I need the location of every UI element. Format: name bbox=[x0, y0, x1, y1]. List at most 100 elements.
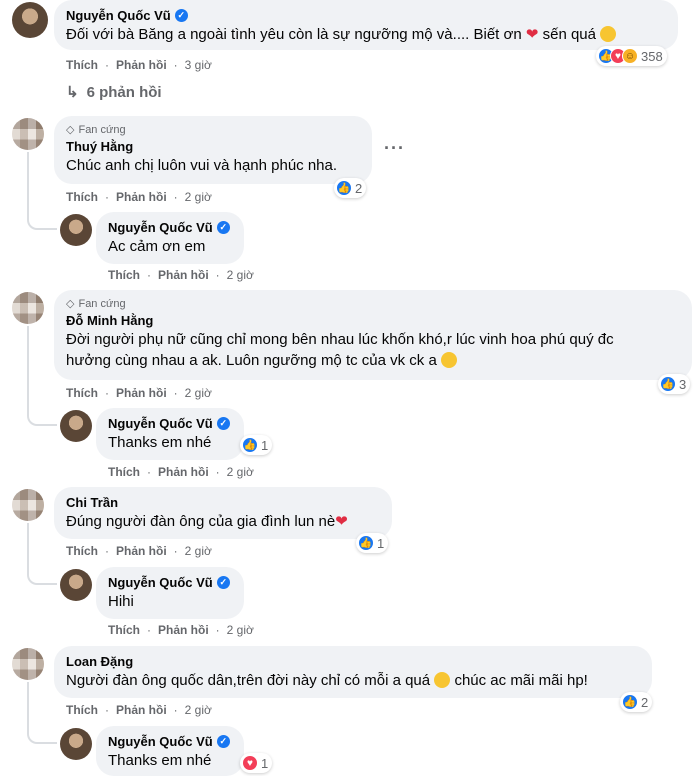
comment-actions: Thích · Phản hồi · 2 giờ bbox=[66, 703, 212, 717]
thread-connector bbox=[27, 326, 57, 426]
reaction-summary[interactable]: ♥ 1 bbox=[240, 753, 273, 773]
separator-dot: · bbox=[105, 544, 109, 558]
comment-author-name[interactable]: Nguyễn Quốc Vũ bbox=[108, 733, 213, 750]
reaction-count: 1 bbox=[377, 535, 385, 551]
more-options-icon[interactable]: ··· bbox=[384, 138, 405, 159]
comment-actions: Thích · Phản hồi · 2 giờ bbox=[66, 190, 212, 204]
reply-button[interactable]: Phản hồi bbox=[116, 386, 167, 400]
like-button[interactable]: Thích bbox=[66, 544, 98, 558]
comment-bubble: Nguyễn Quốc Vũ ✓ Thanks em nhé bbox=[96, 408, 244, 460]
comment-actions: Thích · Phản hồi · 2 giờ bbox=[108, 268, 254, 282]
like-button[interactable]: Thích bbox=[108, 268, 140, 282]
fan-badge-label: Fan cứng bbox=[78, 298, 126, 310]
comment-author-name[interactable]: Nguyễn Quốc Vũ bbox=[108, 219, 213, 236]
avatar[interactable] bbox=[60, 728, 92, 760]
avatar[interactable] bbox=[12, 648, 44, 680]
reply-button[interactable]: Phản hồi bbox=[116, 190, 167, 204]
view-replies-link[interactable]: ↳ 6 phản hồi bbox=[66, 83, 162, 102]
reaction-summary[interactable]: 👍 2 bbox=[620, 692, 653, 712]
comment-timestamp[interactable]: 2 giờ bbox=[185, 386, 212, 400]
comment-text: Thanks em nhé bbox=[108, 434, 212, 451]
like-button[interactable]: Thích bbox=[108, 623, 140, 637]
comment-author: Loan Đặng bbox=[66, 653, 640, 670]
reply-button[interactable]: Phản hồi bbox=[116, 58, 167, 72]
comment-text: Đời người phụ nữ cũng chỉ mong bên nhau … bbox=[66, 329, 680, 371]
reply-button[interactable]: Phản hồi bbox=[158, 268, 209, 282]
separator-dot: · bbox=[105, 703, 109, 717]
reaction-summary[interactable]: 👍 1 bbox=[240, 435, 273, 455]
reply-button[interactable]: Phản hồi bbox=[116, 703, 167, 717]
comment-text: Đúng người đàn ông của gia đình lun nè❤ bbox=[66, 511, 380, 532]
avatar[interactable] bbox=[60, 214, 92, 246]
separator-dot: · bbox=[215, 465, 220, 479]
comment-timestamp[interactable]: 2 giờ bbox=[227, 623, 254, 637]
comment-timestamp[interactable]: 2 giờ bbox=[185, 544, 212, 558]
comment-author: Chi Trần bbox=[66, 494, 380, 511]
smiling-hearts-emoji-icon bbox=[434, 672, 451, 688]
view-replies-label: 6 phản hồi bbox=[86, 83, 162, 101]
separator-dot: · bbox=[147, 268, 151, 282]
comment-timestamp[interactable]: 2 giờ bbox=[185, 190, 212, 204]
comment-author-name[interactable]: Chi Trần bbox=[66, 494, 118, 511]
avatar[interactable] bbox=[60, 410, 92, 442]
comment-text-part: Đối với bà Băng a ngoài tình yêu còn là … bbox=[66, 26, 522, 43]
reaction-summary[interactable]: 👍 ♥ ☺ 358 bbox=[596, 46, 667, 66]
reaction-summary[interactable]: 👍 2 bbox=[334, 178, 367, 198]
separator-dot: · bbox=[105, 386, 109, 400]
comment-timestamp[interactable]: 2 giờ bbox=[185, 703, 212, 717]
comment-bubble: Loan Đặng Người đàn ông quốc dân,trên đờ… bbox=[54, 646, 652, 698]
reply-button[interactable]: Phản hồi bbox=[158, 465, 209, 479]
separator-dot: · bbox=[105, 190, 109, 204]
avatar[interactable] bbox=[60, 569, 92, 601]
diamond-icon: ◇ bbox=[66, 298, 75, 310]
separator-dot: · bbox=[173, 544, 178, 558]
comment-text-line: hưởng cùng nhau a ak. Luôn ngưỡng mộ tc … bbox=[66, 350, 680, 371]
comment-text-line: Đời người phụ nữ cũng chỉ mong bên nhau … bbox=[66, 331, 614, 348]
comment-author: Đỗ Minh Hằng bbox=[66, 312, 680, 329]
separator-dot: · bbox=[173, 703, 178, 717]
avatar[interactable] bbox=[12, 118, 44, 150]
comment-actions: Thích · Phản hồi · 2 giờ bbox=[66, 386, 212, 400]
separator-dot: · bbox=[173, 58, 178, 72]
comment-author-name[interactable]: Nguyễn Quốc Vũ bbox=[108, 415, 213, 432]
reply-button[interactable]: Phản hồi bbox=[158, 623, 209, 637]
reply-button[interactable]: Phản hồi bbox=[116, 544, 167, 558]
kiss-emoji-icon bbox=[440, 352, 457, 368]
like-reaction-icon: 👍 bbox=[358, 535, 374, 551]
verified-badge-icon: ✓ bbox=[216, 417, 230, 430]
comment-text-part: hưởng cùng nhau a ak. Luôn ngưỡng mộ tc … bbox=[66, 352, 437, 369]
avatar[interactable] bbox=[12, 292, 44, 324]
comment-author-name[interactable]: Nguyễn Quốc Vũ bbox=[66, 7, 171, 24]
heart-emoji-icon: ❤ bbox=[525, 26, 539, 43]
comment-author-name[interactable]: Loan Đặng bbox=[66, 653, 133, 670]
like-button[interactable]: Thích bbox=[66, 703, 98, 717]
avatar[interactable] bbox=[12, 2, 48, 38]
comment-author: Nguyễn Quốc Vũ ✓ bbox=[108, 574, 232, 591]
avatar[interactable] bbox=[12, 489, 44, 521]
comment-actions: Thích · Phản hồi · 2 giờ bbox=[108, 465, 254, 479]
comment-timestamp[interactable]: 3 giờ bbox=[185, 58, 212, 72]
comment-author-name[interactable]: Đỗ Minh Hằng bbox=[66, 312, 153, 329]
like-button[interactable]: Thích bbox=[66, 190, 98, 204]
comment-text: Thanks em nhé bbox=[108, 752, 212, 769]
comment-author-name[interactable]: Nguyễn Quốc Vũ bbox=[108, 574, 213, 591]
reaction-summary[interactable]: 👍 1 bbox=[356, 533, 389, 553]
comment-author: Nguyễn Quốc Vũ ✓ bbox=[66, 7, 666, 24]
comment-bubble: ◇ Fan cứng Thuý Hằng Chúc anh chị luôn v… bbox=[54, 116, 372, 184]
separator-dot: · bbox=[173, 190, 178, 204]
comment-author-name[interactable]: Thuý Hằng bbox=[66, 138, 133, 155]
comment-text: Hihi bbox=[108, 593, 134, 610]
comment-actions: Thích · Phản hồi · 2 giờ bbox=[66, 544, 212, 558]
comment-timestamp[interactable]: 2 giờ bbox=[227, 268, 254, 282]
separator-dot: · bbox=[147, 465, 151, 479]
like-button[interactable]: Thích bbox=[108, 465, 140, 479]
comment-actions: Thích · Phản hồi · 2 giờ bbox=[108, 623, 254, 637]
comment-bubble: Nguyễn Quốc Vũ ✓ Hihi bbox=[96, 567, 244, 619]
reaction-summary[interactable]: 👍 3 bbox=[658, 374, 691, 394]
fan-badge: ◇ Fan cứng bbox=[66, 297, 680, 312]
like-button[interactable]: Thích bbox=[66, 58, 98, 72]
like-button[interactable]: Thích bbox=[66, 386, 98, 400]
comment-timestamp[interactable]: 2 giờ bbox=[227, 465, 254, 479]
comment-text: Ac cảm ơn em bbox=[108, 238, 206, 255]
reaction-count: 2 bbox=[355, 180, 363, 196]
